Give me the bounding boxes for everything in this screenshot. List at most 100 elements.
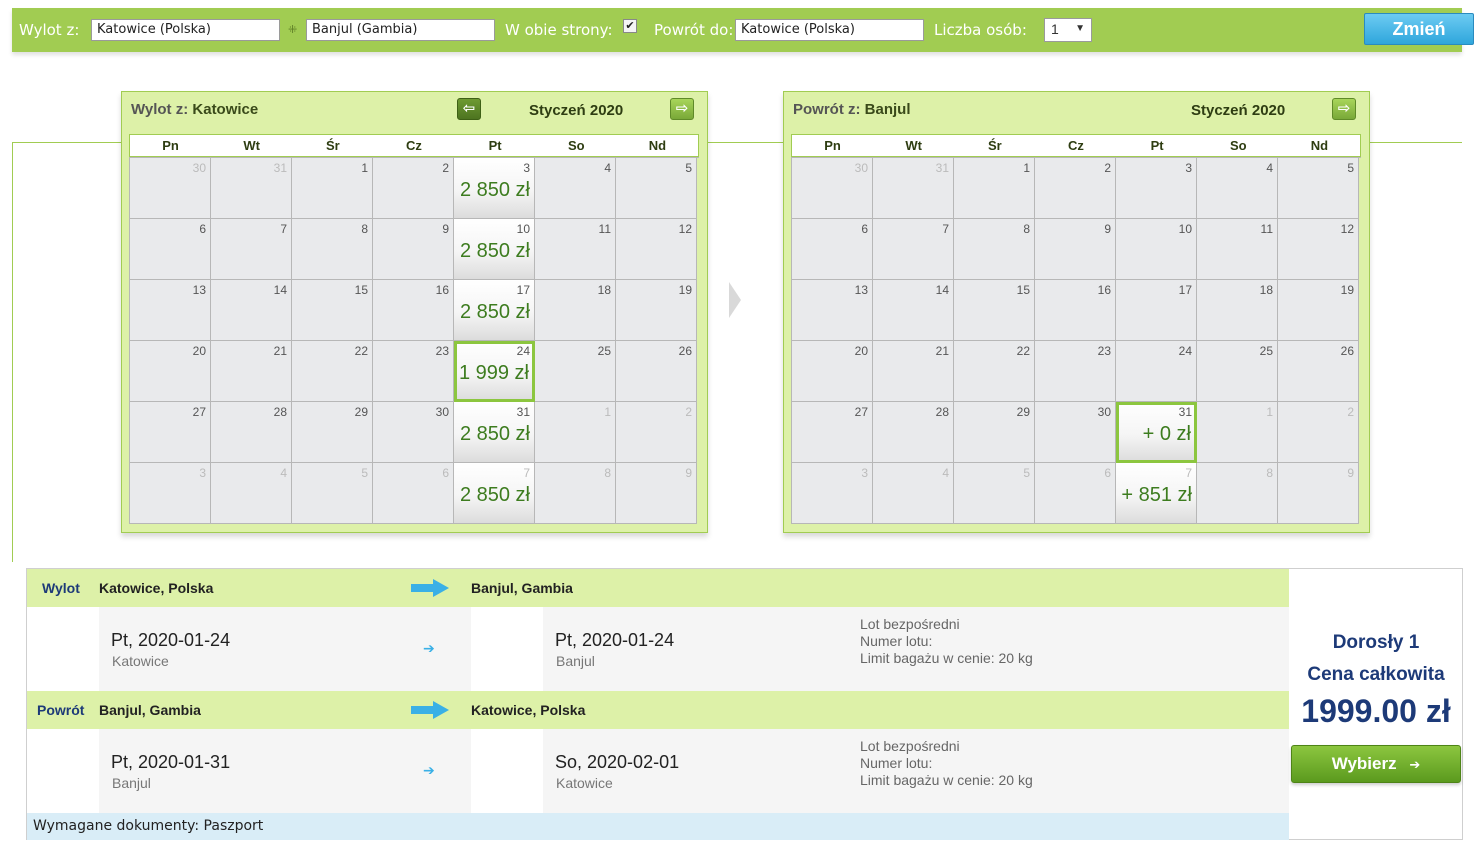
day-cell-priced[interactable]: 10 2 850 zł [454, 219, 535, 280]
day-cell-selected[interactable]: 31 + 0 zł [1116, 402, 1197, 463]
weekday-header: Pn Wt Śr Cz Pt So Nd [129, 134, 699, 157]
to-input[interactable]: Banjul (Gambia) [306, 19, 495, 41]
change-button[interactable]: Zmień [1364, 13, 1474, 45]
calendar-title-city: Banjul [864, 101, 911, 118]
day-cell: 29 [954, 402, 1035, 463]
day-number: 20 [192, 344, 206, 358]
day-cell: 23 [1035, 341, 1116, 402]
day-cell-priced[interactable]: 7 + 851 zł [1116, 463, 1197, 524]
day-number: 1 [361, 161, 368, 175]
return-calendar-title: Powrót z: Banjul [793, 101, 911, 118]
chevron-right-icon [729, 282, 741, 318]
day-cell: 13 [130, 280, 211, 341]
day-cell: 22 [292, 341, 373, 402]
day-number: 25 [1259, 344, 1273, 358]
weekday-label: Cz [1068, 138, 1084, 153]
day-cell: 9 [1035, 219, 1116, 280]
day-number: 19 [678, 283, 692, 297]
day-cells: 30 31 1 2 3 2 850 zł 4 5 6 7 8 9 10 2 850 zł 11 12 13 14 1… [129, 157, 699, 524]
roundtrip-checkbox[interactable]: ✔ [623, 19, 637, 33]
next-month-button[interactable]: ⇨ [1332, 98, 1356, 120]
day-number: 7 [280, 222, 287, 236]
day-cell-selected[interactable]: 24 1 999 zł [454, 341, 535, 402]
baggage-limit: Limit bagażu w cenie: 20 kg [860, 772, 1033, 788]
day-cell: 16 [373, 280, 454, 341]
leg-kind: Wylot [42, 580, 80, 596]
day-number: 28 [273, 405, 287, 419]
roundtrip-label: W obie strony: [505, 21, 613, 39]
day-cell: 27 [130, 402, 211, 463]
day-number: 4 [604, 161, 611, 175]
day-cell: 7 [873, 219, 954, 280]
day-number: 23 [435, 344, 449, 358]
dropdown-arrow-icon: ▼ [1075, 23, 1085, 34]
day-number: 7 [523, 466, 530, 480]
day-cell: 30 [130, 158, 211, 219]
day-number: 28 [935, 405, 949, 419]
day-cell: 20 [792, 341, 873, 402]
day-price: 1 999 zł [458, 362, 529, 384]
day-cell: 31 [211, 158, 292, 219]
select-button[interactable]: Wybierz ➔ [1291, 745, 1461, 783]
return-details: Pt, 2020-01-31 Banjul ➔ So, 2020-02-01 K… [27, 729, 1289, 813]
day-price: + 0 zł [1142, 423, 1191, 445]
day-cell-priced[interactable]: 17 2 850 zł [454, 280, 535, 341]
flight-summary: Wylot Katowice, Polska Banjul, Gambia Pt… [26, 568, 1463, 840]
day-cell: 17 [1116, 280, 1197, 341]
day-number: 29 [1016, 405, 1030, 419]
flight-number: Numer lotu: [860, 755, 933, 771]
day-cell: 1 [292, 158, 373, 219]
day-number: 24 [516, 344, 530, 358]
day-number: 23 [1097, 344, 1111, 358]
outbound-calendar-title: Wylot z: Katowice [131, 101, 258, 118]
day-cell: 20 [130, 341, 211, 402]
day-cell: 2 [1035, 158, 1116, 219]
day-number: 9 [442, 222, 449, 236]
day-cell-priced[interactable]: 3 2 850 zł [454, 158, 535, 219]
day-number: 20 [854, 344, 868, 358]
from-label: Wylot z: [19, 21, 80, 39]
day-number: 5 [1023, 466, 1030, 480]
day-number: 31 [516, 405, 530, 419]
return-input[interactable]: Katowice (Polska) [735, 19, 924, 41]
arrow-right-icon: ➔ [423, 762, 435, 778]
baggage-limit: Limit bagażu w cenie: 20 kg [860, 650, 1033, 666]
day-cell: 2 [1278, 402, 1359, 463]
leg-to-city: Katowice, Polska [471, 702, 586, 718]
day-number: 2 [685, 405, 692, 419]
day-number: 18 [597, 283, 611, 297]
day-number: 2 [442, 161, 449, 175]
weekday-label: Pn [162, 138, 179, 153]
persons-select[interactable]: 1 ▼ [1044, 18, 1092, 42]
day-number: 15 [354, 283, 368, 297]
day-cell: 12 [1278, 219, 1359, 280]
day-cell-priced[interactable]: 7 2 850 zł [454, 463, 535, 524]
day-number: 13 [192, 283, 206, 297]
total-label: Cena całkowita [1307, 664, 1445, 685]
next-month-button[interactable]: ⇨ [670, 98, 694, 120]
day-number: 27 [854, 405, 868, 419]
day-number: 30 [435, 405, 449, 419]
day-cell: 8 [954, 219, 1035, 280]
day-cell: 8 [1197, 463, 1278, 524]
day-cell: 3 [792, 463, 873, 524]
day-number: 18 [1259, 283, 1273, 297]
day-number: 6 [199, 222, 206, 236]
swap-icon[interactable]: ⁜ [288, 24, 300, 36]
day-cell: 5 [954, 463, 1035, 524]
day-number: 16 [435, 283, 449, 297]
day-cell: 1 [535, 402, 616, 463]
day-number: 4 [280, 466, 287, 480]
day-number: 17 [1178, 283, 1192, 297]
from-input[interactable]: Katowice (Polska) [91, 19, 280, 41]
day-cell: 21 [211, 341, 292, 402]
day-number: 31 [935, 161, 949, 175]
day-cell-priced[interactable]: 31 2 850 zł [454, 402, 535, 463]
arrival-date: Pt, 2020-01-24 [555, 630, 675, 650]
day-number: 3 [523, 161, 530, 175]
day-cell: 12 [616, 219, 697, 280]
prev-month-button[interactable]: ⇦ [457, 98, 481, 120]
day-cell: 9 [616, 463, 697, 524]
day-number: 11 [1260, 222, 1273, 236]
persons-value: 1 [1051, 21, 1059, 37]
